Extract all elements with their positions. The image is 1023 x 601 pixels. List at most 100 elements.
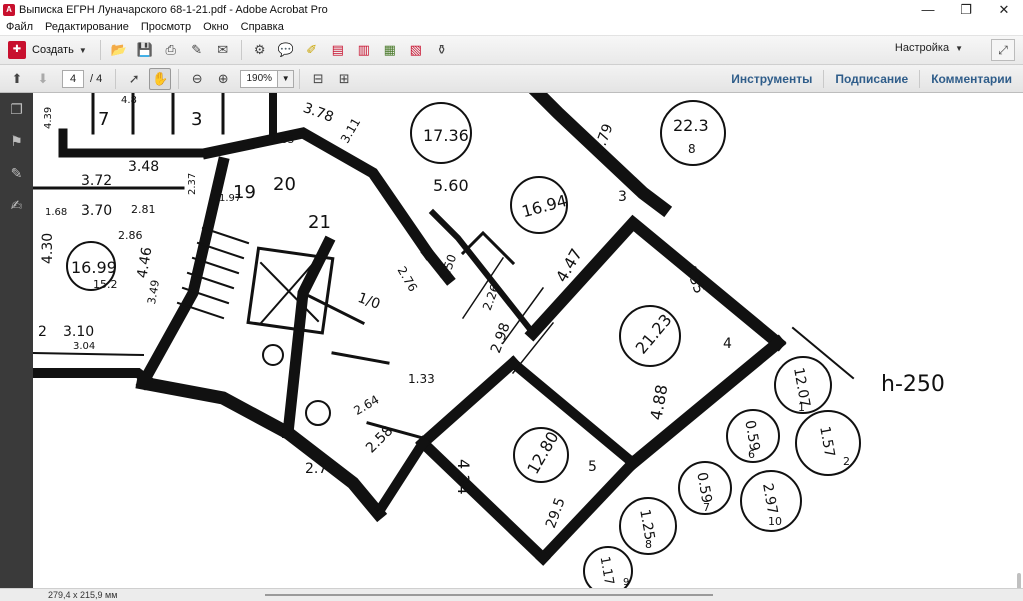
bookmark-icon[interactable]: ⚑ [0,125,33,157]
open-folder-icon[interactable]: 📂 [108,39,130,61]
zoom-out-icon[interactable]: ⊖ [186,68,208,90]
settings-dropdown[interactable]: Настройка ▼ [895,42,963,54]
dimension-label: 4.39 [43,107,54,129]
pdf-convert-icon[interactable]: ▤ [327,39,349,61]
toolbar-separator [99,40,101,60]
toolbar-separator [115,68,117,89]
menu-edit[interactable]: Редактирование [39,21,135,33]
restore-button[interactable]: ❐ [947,0,985,19]
close-button[interactable]: ✕ [985,0,1023,19]
dimension-label: 5 [588,459,597,475]
next-page-icon[interactable]: ⬇ [32,68,54,90]
dimension-label: 3.10 [63,324,94,340]
previous-page-icon[interactable]: ⬆ [6,68,28,90]
toolbar-separator [240,40,242,60]
dimension-label: 3.78 [301,100,336,126]
email-icon[interactable]: ✉ [212,39,234,61]
status-bar: 279,4 x 215,9 мм [0,588,1023,601]
room-dim-label: 7 [703,501,710,514]
dimension-label: 4.46 [134,246,155,280]
print-icon[interactable]: ⎙ [160,39,182,61]
create-label: Создать [32,44,74,56]
main-toolbar: ✚ Создать ▼ 📂 💾 ⎙ ✎ ✉ ⚙ 💬 ✐ ▤ ▥ ▦ ▧ ⚱ На… [0,36,1023,65]
fit-page-icon[interactable]: ⊟ [307,68,329,90]
room-area-label: 1.17 [597,555,617,586]
select-tool-icon[interactable]: ➚ [123,68,145,90]
menu-window[interactable]: Окно [197,21,235,33]
acrobat-icon: A [3,3,15,16]
save-icon[interactable]: 💾 [134,39,156,61]
pdf-export-icon[interactable]: ▥ [353,39,375,61]
stamp-icon[interactable]: ⚱ [431,39,453,61]
document-view[interactable]: 17.36 5.60 16.94 4.47 21.23 4.88 12.80 4… [33,93,1023,588]
dimension-label: 2.37 [187,173,198,195]
edit-icon[interactable]: ✎ [186,39,208,61]
room-area-label: 21.23 [632,310,676,357]
dimension-label: 3.04 [73,341,95,352]
gear-icon[interactable]: ⚙ [249,39,271,61]
page-number-input[interactable]: 4 [62,69,84,88]
dimension-label: 1/0 [356,290,383,313]
signature-icon[interactable]: ✍ [0,189,33,221]
toolbar-separator [178,68,180,89]
dimension-label: 20 [273,174,296,195]
dimension-label: 29.5 [543,496,569,531]
dimension-label: 21 [308,212,331,233]
room-area-label: 17.36 [423,126,469,145]
dimension-label: 4 [723,336,732,352]
minimize-button[interactable]: — [909,0,947,19]
menu-bar: Файл Редактирование Просмотр Окно Справк… [0,19,1023,36]
attachment-icon[interactable]: ✎ [0,157,33,189]
zoom-input[interactable]: 190% [240,69,279,88]
dimension-label: 7 [98,109,109,130]
comments-pane-button[interactable]: Комментарии [919,70,1023,88]
zoom-in-icon[interactable]: ⊕ [212,68,234,90]
create-button[interactable]: ✚ Создать ▼ [8,41,87,59]
dimension-label: 1.97 [219,193,241,204]
menu-file[interactable]: Файл [0,21,39,33]
dimension-label: 1.68 [45,207,67,218]
dimension-label: 1.33 [408,372,435,386]
expand-icon[interactable]: ⤢ [991,39,1015,61]
pdf-form-icon[interactable]: ▧ [405,39,427,61]
dimension-label: 4.8 [121,95,137,106]
room-area-label: 16.94 [520,191,569,221]
menu-help[interactable]: Справка [235,21,290,33]
pages-icon[interactable]: ❐ [0,93,33,125]
tools-pane-button[interactable]: Инструменты [720,70,823,88]
create-pdf-icon: ✚ [8,41,26,59]
dimension-label: 3.79 [591,122,617,157]
room-dim-label: 4.34 [454,459,473,495]
room-dim-label: 6 [748,448,755,461]
room-dim-label: 9 [623,577,629,588]
dimension-label: 3 [618,189,627,205]
dimension-label: 1.65 [270,133,295,146]
toolbar-separator [299,68,301,89]
menu-view[interactable]: Просмотр [135,21,197,33]
room-dim-label: 8 [688,142,696,156]
chevron-down-icon: ▼ [78,45,87,55]
navigation-toolbar: ⬆ ⬇ 4 / 4 ➚ ✋ ⊖ ⊕ 190% ▼ ⊟ ⊞ Инструменты… [0,65,1023,93]
fit-width-icon[interactable]: ⊞ [333,68,355,90]
sign-pane-button[interactable]: Подписание [823,70,919,88]
dimension-label: 2 [38,324,47,340]
room-area-label: 1.25 [636,508,657,541]
window-title: Выписка ЕГРН Луначарского 68-1-21.pdf - … [19,3,328,16]
dimension-label: 3.11 [338,116,363,146]
dimension-label: 2.81 [131,203,156,216]
chevron-down-icon[interactable]: ▼ [278,69,295,88]
dimension-label: 3.70 [81,203,112,219]
page-separator: / [90,72,94,85]
dimension-label: 2.76 [395,264,420,294]
hand-tool-icon[interactable]: ✋ [149,67,172,90]
horizontal-scrollbar[interactable] [265,594,713,596]
dimension-label: 3 [191,109,202,130]
dimension-label: 2.86 [118,229,143,242]
vertical-scrollbar[interactable] [1017,573,1021,588]
comment-icon[interactable]: 💬 [275,39,297,61]
highlight-icon[interactable]: ✐ [301,39,323,61]
dimension-label: 2.98 [488,321,514,356]
pdf-combine-icon[interactable]: ▦ [379,39,401,61]
window-controls: — ❐ ✕ [909,0,1023,19]
room-dim-label: 1 [798,401,805,414]
